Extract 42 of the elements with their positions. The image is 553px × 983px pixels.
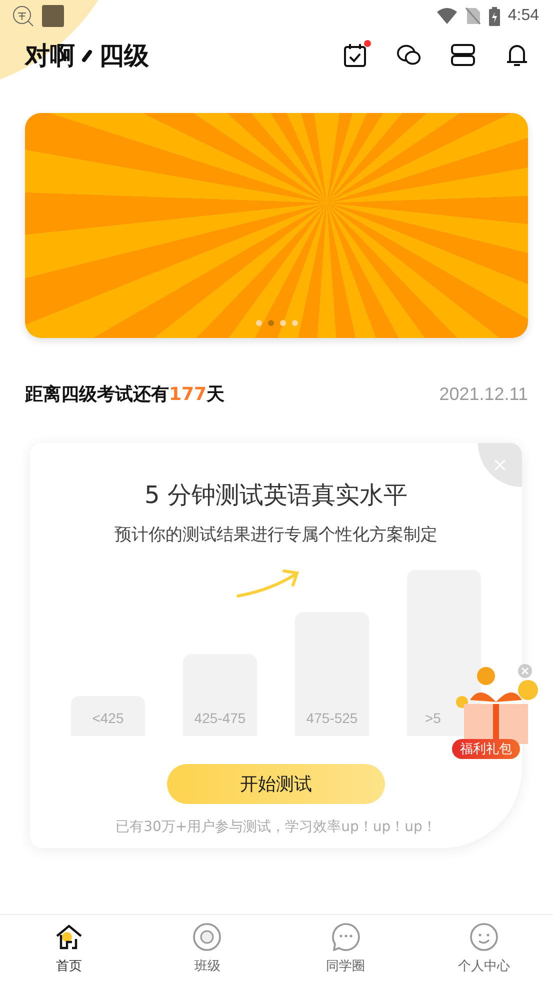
- server-icon[interactable]: [451, 43, 475, 67]
- nav-tab[interactable]: 首页: [0, 915, 138, 983]
- nav-tab[interactable]: 个人中心: [414, 915, 553, 983]
- arrow-icon: [236, 568, 301, 598]
- countdown-days: 177: [169, 384, 207, 404]
- promo-banner-image[interactable]: [25, 113, 528, 338]
- gift-label: 福利礼包: [452, 739, 520, 759]
- countdown-label: 距离四级考试还有: [25, 383, 169, 406]
- disc-icon: [193, 923, 222, 951]
- app-title: 四级: [99, 40, 149, 72]
- close-icon: [494, 459, 506, 471]
- app-notification-icon: [42, 5, 64, 27]
- participants-note: 已有30万+用户参与测试，学习效率up！up！up！: [116, 818, 436, 836]
- score-range: 425-475: [194, 710, 246, 726]
- close-icon[interactable]: [518, 664, 532, 678]
- countdown-label: 天: [206, 383, 225, 406]
- card-title: 5 分钟测试英语真实水平: [144, 480, 408, 511]
- nav-tab[interactable]: 班级: [138, 915, 276, 983]
- chat-icon[interactable]: [397, 43, 421, 67]
- app-title: 对啊: [25, 40, 75, 72]
- translate-icon: [12, 5, 34, 27]
- score-range: 475-525: [306, 710, 358, 726]
- no-sim-icon: [464, 7, 481, 25]
- chat-bubble-icon: [332, 923, 360, 951]
- slash-icon: [81, 47, 93, 63]
- carousel-dot[interactable]: [292, 320, 298, 326]
- battery-icon: [488, 6, 500, 26]
- carousel-dot[interactable]: [256, 320, 262, 326]
- status-time: 4:54: [508, 7, 539, 25]
- smiley-icon: [470, 923, 498, 951]
- wifi-icon: [436, 8, 457, 24]
- notifications-icon[interactable]: [505, 43, 529, 67]
- card-subtitle: 预计你的测试结果进行专属个性化方案制定: [114, 524, 438, 546]
- carousel-dot[interactable]: [280, 320, 286, 326]
- start-test-button[interactable]: 开始测试: [167, 764, 385, 804]
- carousel-dot[interactable]: [268, 320, 274, 326]
- nav-tab[interactable]: 同学圈: [276, 915, 415, 983]
- exam-date: 2021.12.11: [439, 384, 528, 404]
- calendar-check-icon[interactable]: [343, 43, 367, 67]
- score-range: <425: [92, 710, 124, 726]
- score-range: >5: [425, 710, 441, 726]
- home-icon: [55, 923, 84, 951]
